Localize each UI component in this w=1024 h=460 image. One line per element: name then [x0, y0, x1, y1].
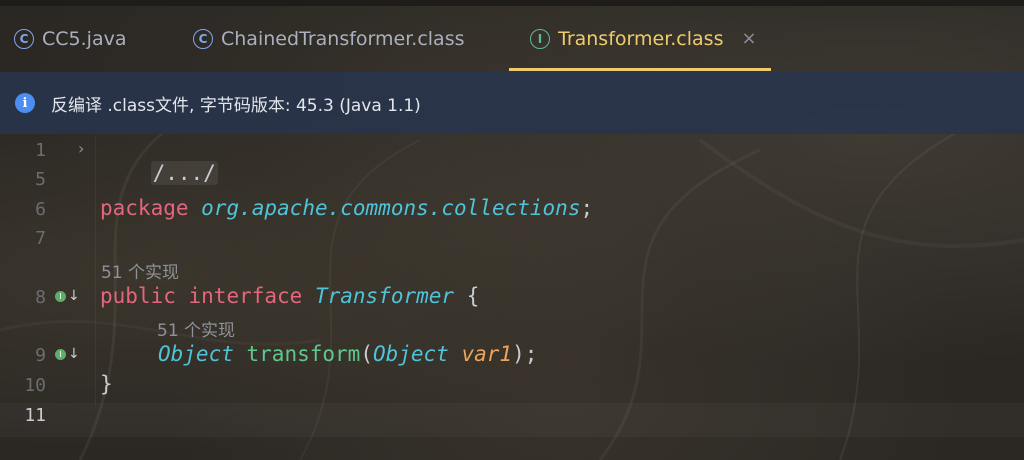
close-icon[interactable]: × — [741, 28, 756, 49]
interface-name: Transformer — [314, 284, 455, 308]
param-type: Object — [372, 342, 449, 366]
decompiled-info-banner: i 反编译 .class文件, 字节码版本: 45.3 (Java 1.1) — [0, 72, 1024, 134]
implemented-by-icon[interactable]: I ↓ — [55, 289, 80, 303]
paren-open: ( — [360, 342, 373, 366]
line-number: 10 — [24, 375, 46, 396]
line-number: 7 — [35, 228, 46, 249]
folded-imports[interactable]: /.../ — [150, 161, 218, 185]
gutter-separator — [95, 136, 96, 406]
implementations-hint[interactable]: 51 个实现 — [157, 316, 235, 341]
keyword-package: package — [100, 196, 189, 220]
interface-marker: I — [55, 290, 66, 302]
keyword-public: public — [100, 284, 176, 308]
tab-chained-transformer[interactable]: C ChainedTransformer.class — [193, 6, 465, 71]
code-line-9: Object transform(Object var1); — [158, 342, 537, 366]
method-name: transform — [246, 342, 361, 366]
code-editor[interactable]: 1 5 6 7 8 9 10 11 › I ↓ I ↓ /.../ packag… — [0, 136, 1024, 460]
tab-cc5-java[interactable]: C CC5.java — [14, 6, 126, 71]
implemented-by-icon[interactable]: I ↓ — [55, 347, 80, 361]
class-icon: C — [14, 28, 34, 49]
close-brace: } — [100, 372, 113, 396]
current-line-highlight — [0, 403, 1024, 437]
code-line-8: public interface Transformer { — [100, 284, 479, 308]
tab-label: ChainedTransformer.class — [221, 27, 465, 50]
line-number: 1 — [35, 140, 46, 161]
arrow-down-icon: ↓ — [68, 288, 80, 304]
arrow-down-icon: ↓ — [68, 346, 80, 362]
keyword-interface: interface — [188, 284, 303, 308]
line-number: 9 — [35, 345, 46, 366]
line-number: 6 — [35, 199, 46, 220]
banner-text: 反编译 .class文件, 字节码版本: 45.3 (Java 1.1) — [51, 95, 421, 116]
interface-icon: I — [530, 28, 550, 49]
active-tab-indicator — [509, 68, 771, 71]
line-number: 8 — [35, 287, 46, 308]
return-type: Object — [158, 342, 234, 366]
class-icon: C — [193, 28, 213, 49]
info-icon: i — [15, 93, 35, 113]
editor-tab-bar: C CC5.java C ChainedTransformer.class I … — [0, 0, 1024, 73]
code-line-6: package org.apache.commons.collections; — [100, 196, 593, 220]
line-number: 5 — [35, 169, 46, 190]
tab-label: CC5.java — [42, 27, 127, 50]
code-line-10: } — [100, 372, 113, 396]
tab-transformer-class[interactable]: I Transformer.class × — [530, 6, 757, 71]
semicolon: ; — [580, 196, 594, 220]
line-number-current: 11 — [24, 405, 46, 426]
interface-marker: I — [55, 348, 66, 360]
open-brace: { — [466, 284, 480, 308]
fold-chevron-icon[interactable]: › — [78, 139, 84, 158]
package-name: org.apache.commons.collections — [201, 196, 581, 220]
tab-label: Transformer.class — [558, 27, 724, 50]
paren-close: ); — [512, 342, 538, 366]
implementations-hint[interactable]: 51 个实现 — [101, 258, 179, 283]
param-name: var1 — [461, 342, 513, 366]
